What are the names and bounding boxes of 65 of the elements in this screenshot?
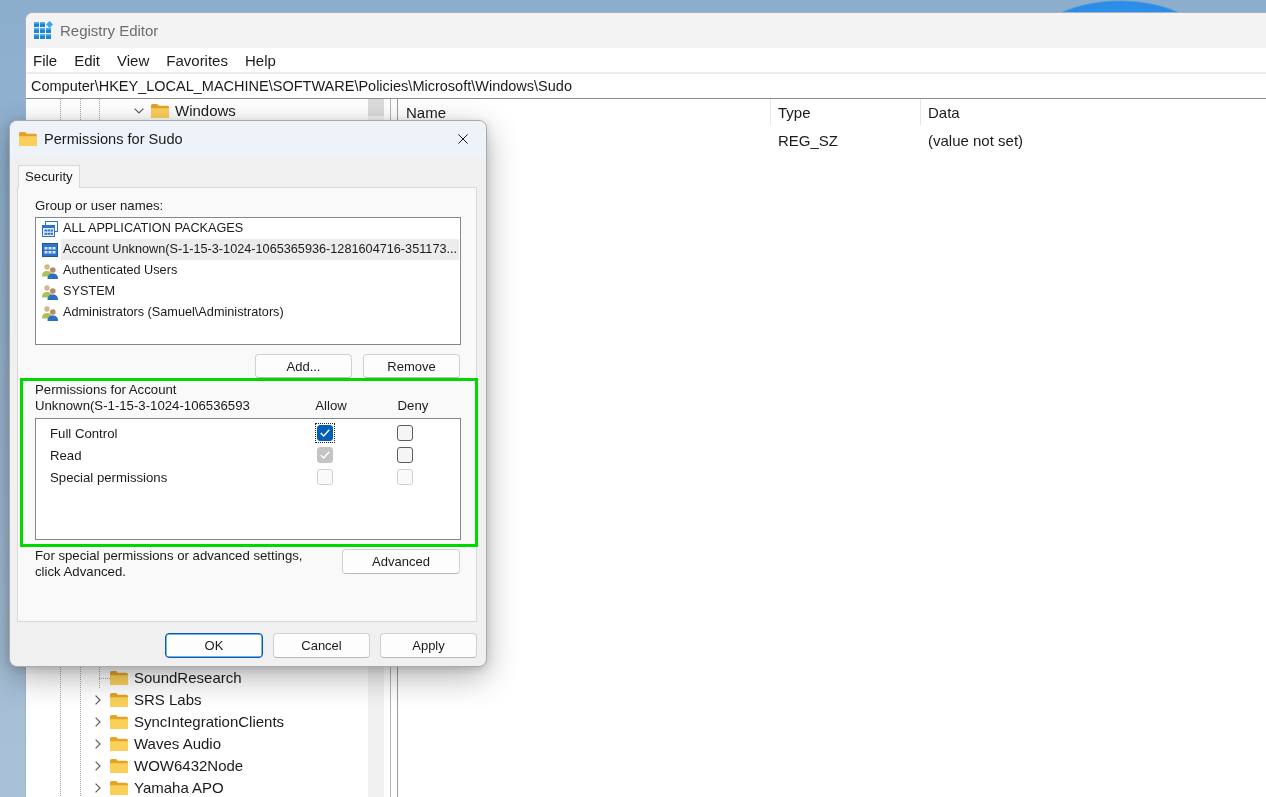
checkbox[interactable] xyxy=(395,423,415,443)
permissions-label: Permissions for Account Unknown(S-1-15-3-1024-106536593 xyxy=(35,382,251,414)
remove-button[interactable]: Remove xyxy=(363,354,460,378)
folder-icon xyxy=(19,132,37,146)
tab[interactable]: Security xyxy=(18,165,80,188)
window-title: Registry Editor xyxy=(60,22,159,39)
list-item[interactable]: Administrators (Samuel\Administrators) xyxy=(61,302,459,323)
checkmark-icon xyxy=(320,429,330,437)
chevron-right-icon[interactable] xyxy=(95,695,101,705)
table-cell-text: REG_SZ xyxy=(777,130,839,151)
folder-icon xyxy=(110,759,128,773)
tree-item[interactable]: SRS Labs xyxy=(134,692,202,708)
tree-item[interactable]: SyncIntegrationClients xyxy=(134,714,285,730)
chevron-right-icon[interactable] xyxy=(95,761,101,771)
permission-name: Special permissions xyxy=(50,469,169,485)
stacked-windows-icon xyxy=(42,220,58,237)
menu-item[interactable]: Favorites xyxy=(166,51,228,69)
tree-item[interactable]: Yamaha APO xyxy=(134,780,224,796)
checkbox[interactable] xyxy=(395,445,415,465)
folder-icon xyxy=(110,671,128,685)
column-header: Allow xyxy=(314,398,348,414)
chevron-down-icon[interactable] xyxy=(134,108,144,114)
permission-name: Read xyxy=(50,447,83,463)
chevron-right-icon[interactable] xyxy=(95,739,101,749)
checkbox[interactable] xyxy=(315,423,335,443)
advanced-button[interactable]: Advanced xyxy=(342,549,460,574)
list-item[interactable]: ALL APPLICATION PACKAGES xyxy=(61,218,459,239)
help-text: For special permissions or advanced settings, click Advanced. xyxy=(35,548,304,580)
cubes-icon xyxy=(33,21,53,40)
list-item[interactable]: Authenticated Users xyxy=(61,260,459,281)
menu-item[interactable]: Help xyxy=(244,51,276,69)
folder-icon xyxy=(110,693,128,707)
close-icon xyxy=(458,134,468,144)
tree-item[interactable]: Waves Audio xyxy=(134,736,221,752)
folder-icon xyxy=(110,715,128,729)
menu-item[interactable]: View xyxy=(117,51,150,69)
column-header: Deny xyxy=(396,398,430,414)
chevron-right-icon[interactable] xyxy=(95,717,101,727)
tree-item[interactable]: SoundResearch xyxy=(134,670,242,686)
dialog-title: Permissions for Sudo xyxy=(44,131,184,147)
tree-item[interactable]: WOW6432Node xyxy=(134,758,244,774)
tree-item[interactable]: Windows xyxy=(175,103,236,119)
folder-icon xyxy=(110,737,128,751)
list-item[interactable]: SYSTEM xyxy=(61,281,459,302)
chevron-right-icon[interactable] xyxy=(95,783,101,793)
scrollbar-thumb[interactable] xyxy=(368,99,384,116)
group-label: Group or user names: xyxy=(35,198,164,213)
column-header[interactable]: Type xyxy=(771,99,921,125)
column-header[interactable]: Data xyxy=(921,99,1266,125)
window-grid-icon xyxy=(42,241,58,258)
menu-item[interactable]: Edit xyxy=(74,51,101,69)
add-button[interactable]: Add... xyxy=(255,354,352,378)
ok-button[interactable]: OK xyxy=(165,633,263,658)
table-cell-text: (value not set) xyxy=(927,130,1025,151)
folder-icon xyxy=(151,104,169,118)
checkmark-icon xyxy=(320,451,330,459)
list-item[interactable]: Account Unknown(S-1-15-3-1024-1065365936-1281604716-351173... xyxy=(61,239,459,260)
apply-button[interactable]: Apply xyxy=(380,633,477,658)
users-icon xyxy=(42,304,58,321)
folder-icon xyxy=(110,781,128,795)
users-icon xyxy=(42,283,58,300)
users-icon xyxy=(42,262,58,279)
cancel-button[interactable]: Cancel xyxy=(273,633,370,658)
permission-name: Full Control xyxy=(50,425,119,441)
menu-item[interactable]: File xyxy=(33,51,58,69)
